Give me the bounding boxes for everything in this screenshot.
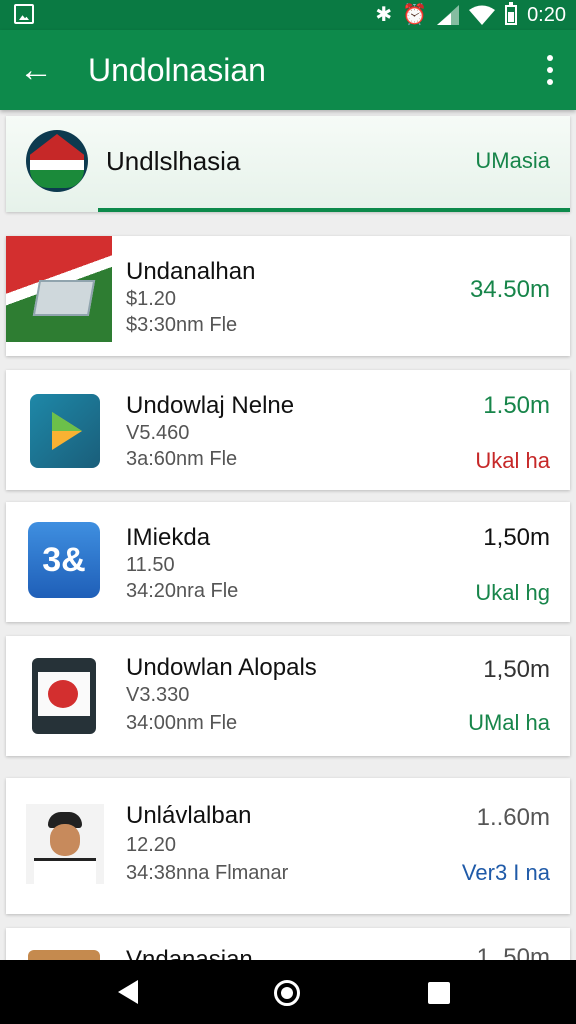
app-icon: 3& <box>28 522 100 598</box>
app-version: V5.460 <box>126 422 190 444</box>
arrow-back-icon[interactable]: ← <box>16 50 56 90</box>
list-item[interactable]: Undanalhan $1.20 $3:30nm Fle 34.50m <box>6 236 570 356</box>
bluetooth-icon: ✱ <box>375 4 393 26</box>
header-logo <box>26 130 88 192</box>
header-name: Undlslhasia <box>106 146 241 176</box>
app-name: Undanalhan <box>126 258 256 285</box>
app-toolbar: ← Undolnasian <box>0 30 576 110</box>
app-avatar <box>26 804 104 884</box>
list-item[interactable]: Undowlaj Nelne V5.460 3a:60nm Fle 1.50m … <box>6 370 570 490</box>
app-version: 11.50 <box>126 554 175 576</box>
app-version: $1.20 <box>126 288 177 310</box>
app-name: Unlávlalban <box>126 802 252 829</box>
app-size: 1,50m <box>483 656 550 683</box>
play-store-icon <box>30 394 100 468</box>
app-icon <box>32 658 96 734</box>
app-info: 34:20nra Fle <box>126 580 239 602</box>
app-info: 34:38nna Flmanar <box>126 862 289 884</box>
app-status[interactable]: Ukal ha <box>475 448 550 474</box>
app-size: 1,50m <box>483 524 550 551</box>
header-card[interactable]: Undlslhasia UMasia <box>6 116 570 212</box>
header-action-button[interactable]: UMasia <box>475 148 550 174</box>
app-size: 1.50m <box>483 392 550 419</box>
clock-time: 0:20 <box>527 3 566 26</box>
nav-home-icon[interactable] <box>274 980 300 1006</box>
list-item[interactable]: 3& IMiekda 11.50 34:20nra Fle 1,50m Ukal… <box>6 502 570 622</box>
alarm-icon: ⏰ <box>402 4 428 26</box>
list-item[interactable]: Undowlan Alopals V3.330 34:00nm Fle 1,50… <box>6 636 570 756</box>
nav-recents-icon[interactable] <box>428 982 450 1004</box>
status-bar: ✱ ⏰ 0:20 <box>0 0 576 30</box>
app-status[interactable]: Ver3 I na <box>462 860 550 886</box>
system-nav-bar <box>0 960 576 1024</box>
signal-icon <box>437 5 460 25</box>
app-info: $3:30nm Fle <box>126 314 238 336</box>
app-name: Undowlan Alopals <box>126 654 317 681</box>
app-info: 34:00nm Fle <box>126 712 238 734</box>
app-info: 3a:60nm Fle <box>126 448 238 470</box>
page-title: Undolnasian <box>88 52 266 88</box>
app-status[interactable]: Ukal hg <box>475 580 550 606</box>
app-status[interactable]: UMal ha <box>468 710 550 736</box>
app-name: IMiekda <box>126 524 211 551</box>
header-progress-bar <box>98 208 570 212</box>
app-thumbnail <box>6 236 112 342</box>
battery-icon <box>505 2 518 25</box>
wifi-icon <box>469 5 496 25</box>
more-vert-icon[interactable] <box>542 52 558 88</box>
app-version: V3.330 <box>126 684 190 706</box>
nav-back-icon[interactable] <box>118 980 138 1004</box>
app-size: 34.50m <box>469 276 550 303</box>
app-name: Undowlaj Nelne <box>126 392 295 419</box>
image-icon <box>14 4 34 24</box>
status-icons: ✱ ⏰ 0:20 <box>375 0 566 30</box>
list-item[interactable]: Unlávlalban 12.20 34:38nna Flmanar 1..60… <box>6 778 570 914</box>
app-size: 1..60m <box>476 804 550 831</box>
app-version: 12.20 <box>126 834 177 856</box>
